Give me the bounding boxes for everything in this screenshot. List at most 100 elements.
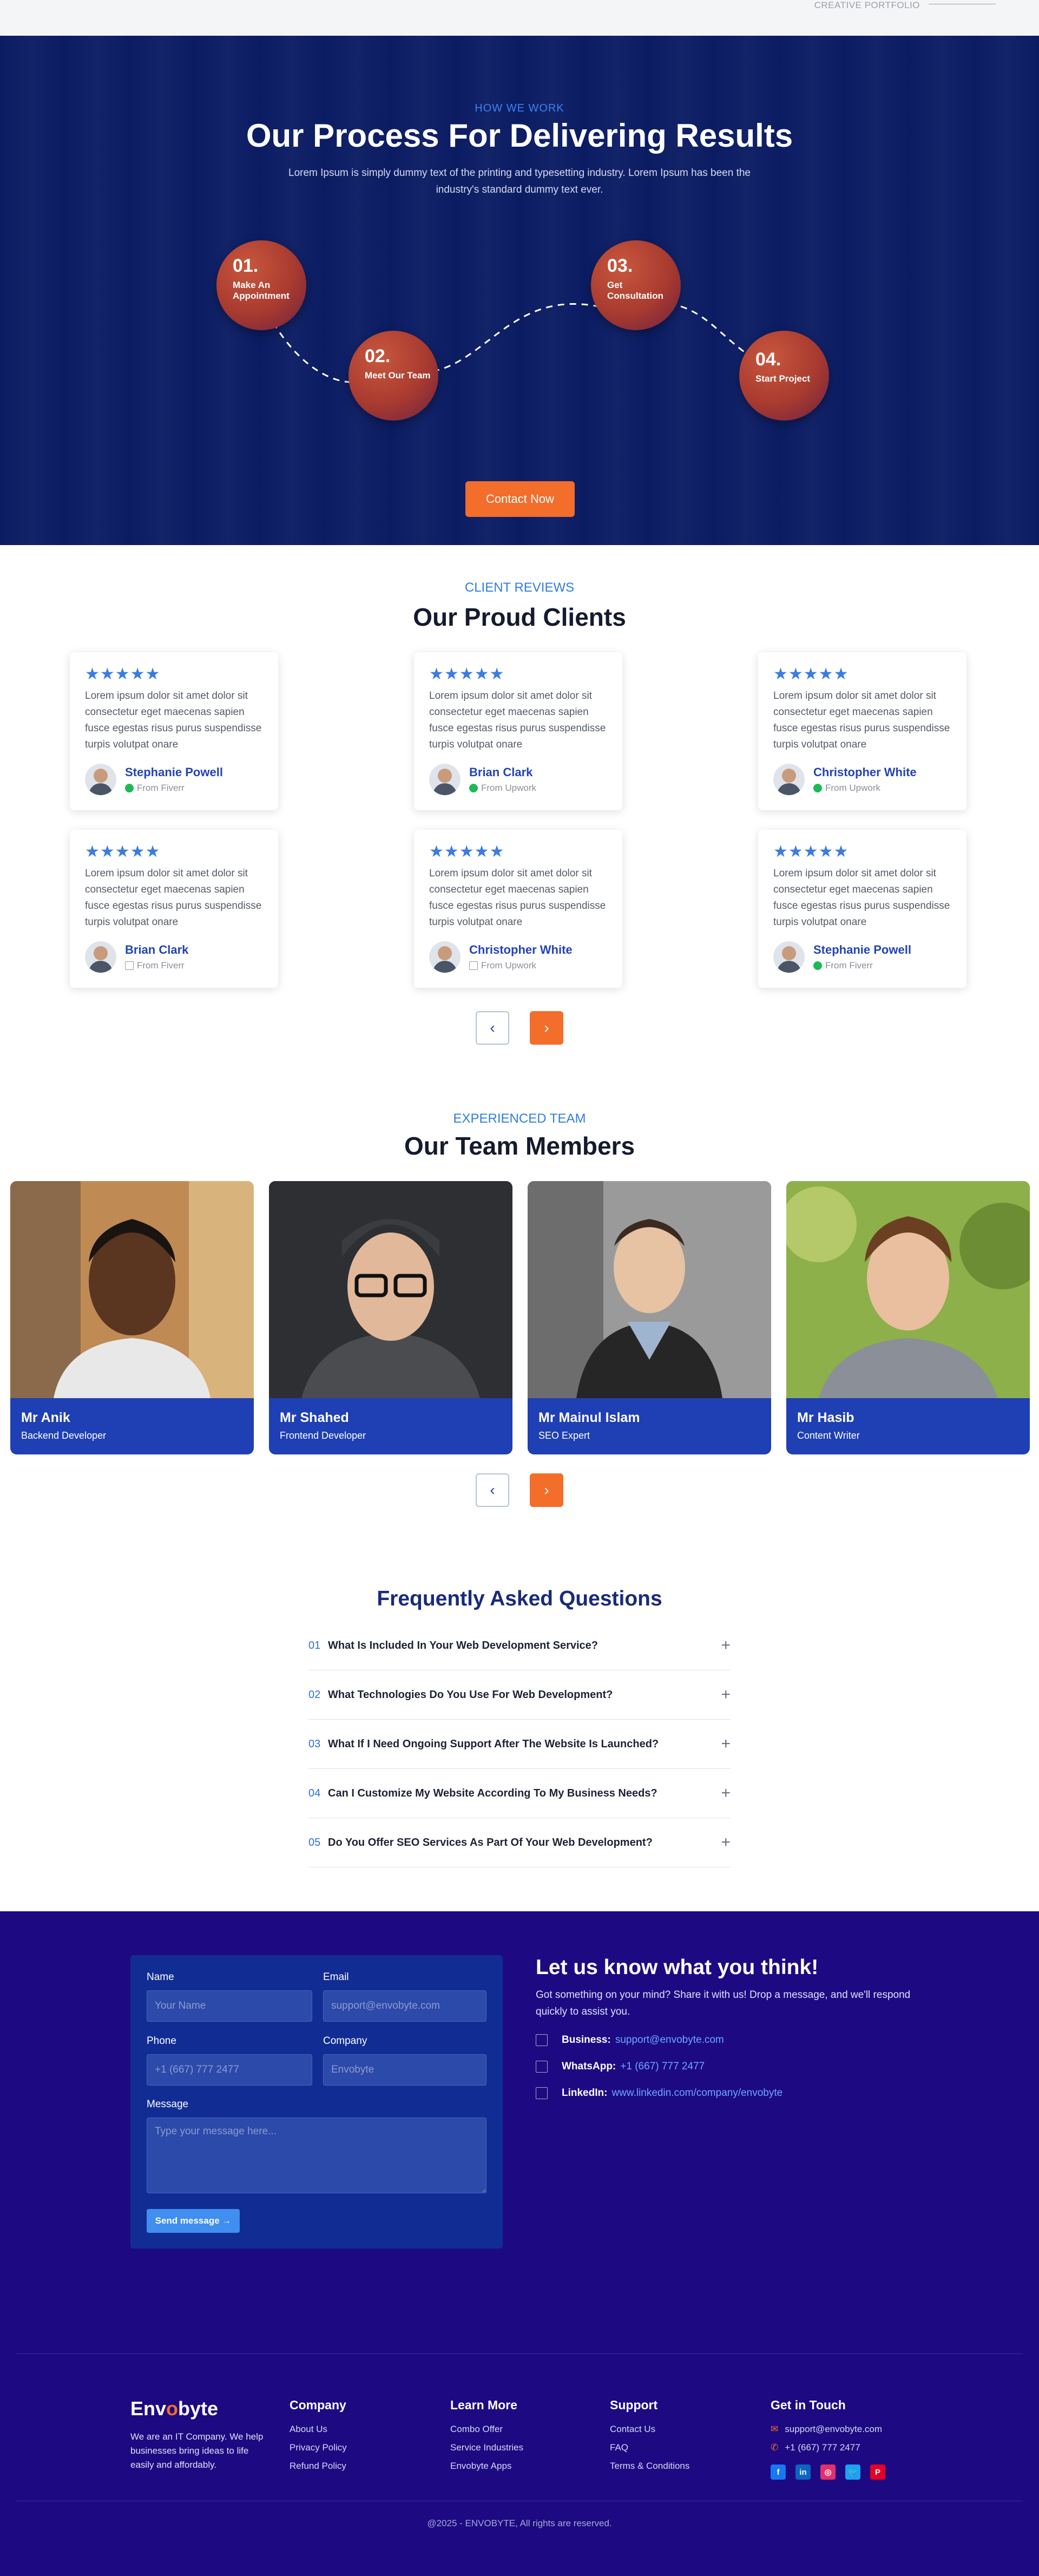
member-role: Backend Developer [21, 1430, 107, 1441]
review-source: From Fiverr [137, 960, 185, 971]
platform-icon [469, 961, 478, 970]
rating-stars: ★★★★★ [773, 843, 849, 861]
member-name: Mr Mainul Islam [538, 1410, 640, 1425]
member-name: Mr Shahed [280, 1410, 349, 1425]
twitter-icon[interactable]: 🐦 [845, 2464, 860, 2480]
faq-item[interactable]: 05 Do You Offer SEO Services As Part Of Y… [308, 1818, 731, 1867]
footer-col-touch: Get in Touch ✉ support@envobyte.com ✆ +1 (… [771, 2398, 885, 2480]
faq-item[interactable]: 04 Can I Customize My Website According T… [308, 1769, 731, 1818]
portfolio-label: CREATIVE PORTFOLIO [814, 0, 920, 10]
contact-whatsapp: WhatsApp: +1 (667) 777 2477 [536, 2061, 705, 2073]
team-prev-button[interactable]: ‹ [476, 1473, 509, 1507]
avatar [429, 941, 461, 973]
avatar [773, 941, 805, 973]
mail-icon: ✉ [771, 2424, 779, 2434]
review-source: From Upwork [825, 783, 881, 793]
footer-link[interactable]: Combo Offer [450, 2420, 523, 2439]
contact-form: Name Email Phone Company Message Send me… [130, 1955, 503, 2249]
faq-item[interactable]: 03 What If I Need Ongoing Support After T… [308, 1720, 731, 1769]
review-text: Lorem ipsum dolor sit amet dolor sit con… [429, 690, 606, 750]
member-photo [528, 1181, 771, 1398]
expand-icon: + [721, 1833, 731, 1851]
team-next-button[interactable]: › [530, 1473, 563, 1507]
footer-link[interactable]: Contact Us [610, 2420, 689, 2439]
faq-item[interactable]: 01 What Is Included In Your Web Developme… [308, 1621, 731, 1670]
rating-stars: ★★★★★ [429, 665, 505, 683]
footer-link[interactable]: Refund Policy [290, 2457, 347, 2475]
facebook-icon[interactable]: f [771, 2464, 786, 2480]
avatar [773, 764, 805, 795]
phone-input[interactable] [147, 2054, 312, 2086]
social-links: f in ◎ 🐦 P [771, 2464, 885, 2480]
avatar [85, 764, 116, 795]
email-label: Email [323, 1971, 349, 1983]
mail-icon [536, 2034, 548, 2046]
phone-label: Phone [147, 2035, 176, 2047]
reviewer-name: Brian Clark [125, 943, 189, 956]
review-card: ★★★★★ Lorem ipsum dolor sit amet dolor si… [758, 652, 966, 810]
reviews-next-button[interactable]: › [530, 1011, 563, 1045]
member-role: SEO Expert [538, 1430, 590, 1441]
whatsapp-icon [536, 2061, 548, 2073]
footer-col-support: Support Contact Us FAQ Terms & Condition… [610, 2398, 689, 2475]
review-text: Lorem ipsum dolor sit amet dolor sit con… [85, 868, 262, 928]
reviews-prev-button[interactable]: ‹ [476, 1011, 509, 1045]
process-step-1: 01. Make An Appointment [216, 240, 306, 330]
review-card: ★★★★★ Lorem ipsum dolor sit amet dolor si… [758, 830, 966, 988]
message-input[interactable] [147, 2118, 486, 2193]
review-card: ★★★★★ Lorem ipsum dolor sit amet dolor si… [70, 830, 278, 988]
company-input[interactable] [323, 2054, 486, 2086]
platform-icon [125, 784, 134, 792]
team-member-card[interactable]: Mr Anik Backend Developer [10, 1181, 254, 1454]
footer-link[interactable]: Envobyte Apps [450, 2457, 523, 2475]
rating-stars: ★★★★★ [429, 843, 505, 861]
name-label: Name [147, 1971, 174, 1983]
pinterest-icon[interactable]: P [870, 2464, 885, 2480]
linkedin-icon[interactable]: in [795, 2464, 811, 2480]
faq-item[interactable]: 02 What Technologies Do You Use For Web D… [308, 1670, 731, 1720]
process-step-2: 02. Meet Our Team [348, 331, 438, 421]
review-source: From Fiverr [825, 960, 873, 971]
email-input[interactable] [323, 1990, 486, 2022]
reviewer-name: Christopher White [469, 943, 573, 956]
review-text: Lorem ipsum dolor sit amet dolor sit con… [429, 868, 606, 928]
reviewer-name: Christopher White [813, 765, 917, 779]
reviews-title: Our Proud Clients [413, 603, 626, 631]
process-step-3: 03. Get Consultation [591, 240, 681, 330]
top-strip: CREATIVE PORTFOLIO [0, 0, 1039, 36]
platform-icon [813, 784, 822, 792]
footer-link[interactable]: About Us [290, 2420, 347, 2439]
footer-link[interactable]: Service Industries [450, 2439, 523, 2457]
company-label: Company [323, 2035, 367, 2047]
member-photo [10, 1181, 254, 1398]
process-step-4: 04. Start Project [739, 331, 829, 421]
footer-col-company: Company About Us Privacy Policy Refund P… [290, 2398, 347, 2475]
reviewer-name: Brian Clark [469, 765, 533, 779]
avatar [85, 941, 116, 973]
message-label: Message [147, 2099, 189, 2110]
footer-link[interactable]: Privacy Policy [290, 2439, 347, 2457]
instagram-icon[interactable]: ◎ [820, 2464, 836, 2480]
reviewer-name: Stephanie Powell [813, 943, 911, 956]
send-message-button[interactable]: Send message → [147, 2209, 240, 2233]
member-photo [786, 1181, 1030, 1398]
platform-icon [813, 961, 822, 970]
team-member-card[interactable]: Mr Hasib Content Writer [786, 1181, 1030, 1454]
footer-link[interactable]: FAQ [610, 2439, 689, 2457]
contact-business: Business: support@envobyte.com [536, 2034, 724, 2046]
review-card: ★★★★★ Lorem ipsum dolor sit amet dolor si… [414, 652, 622, 810]
team-member-card[interactable]: Mr Shahed Frontend Developer [269, 1181, 512, 1454]
platform-icon [469, 784, 478, 792]
expand-icon: + [721, 1784, 731, 1802]
contact-now-button[interactable]: Contact Now [465, 481, 575, 517]
review-source: From Upwork [481, 783, 537, 793]
footer-logo[interactable]: Envobyte [130, 2397, 218, 2420]
name-input[interactable] [147, 1990, 312, 2022]
whatsapp-icon: ✆ [771, 2442, 779, 2453]
rating-stars: ★★★★★ [85, 665, 161, 683]
team-member-card[interactable]: Mr Mainul Islam SEO Expert [528, 1181, 771, 1454]
review-card: ★★★★★ Lorem ipsum dolor sit amet dolor si… [70, 652, 278, 810]
review-source: From Upwork [481, 960, 537, 971]
linkedin-icon [536, 2087, 548, 2099]
footer-link[interactable]: Terms & Conditions [610, 2457, 689, 2475]
